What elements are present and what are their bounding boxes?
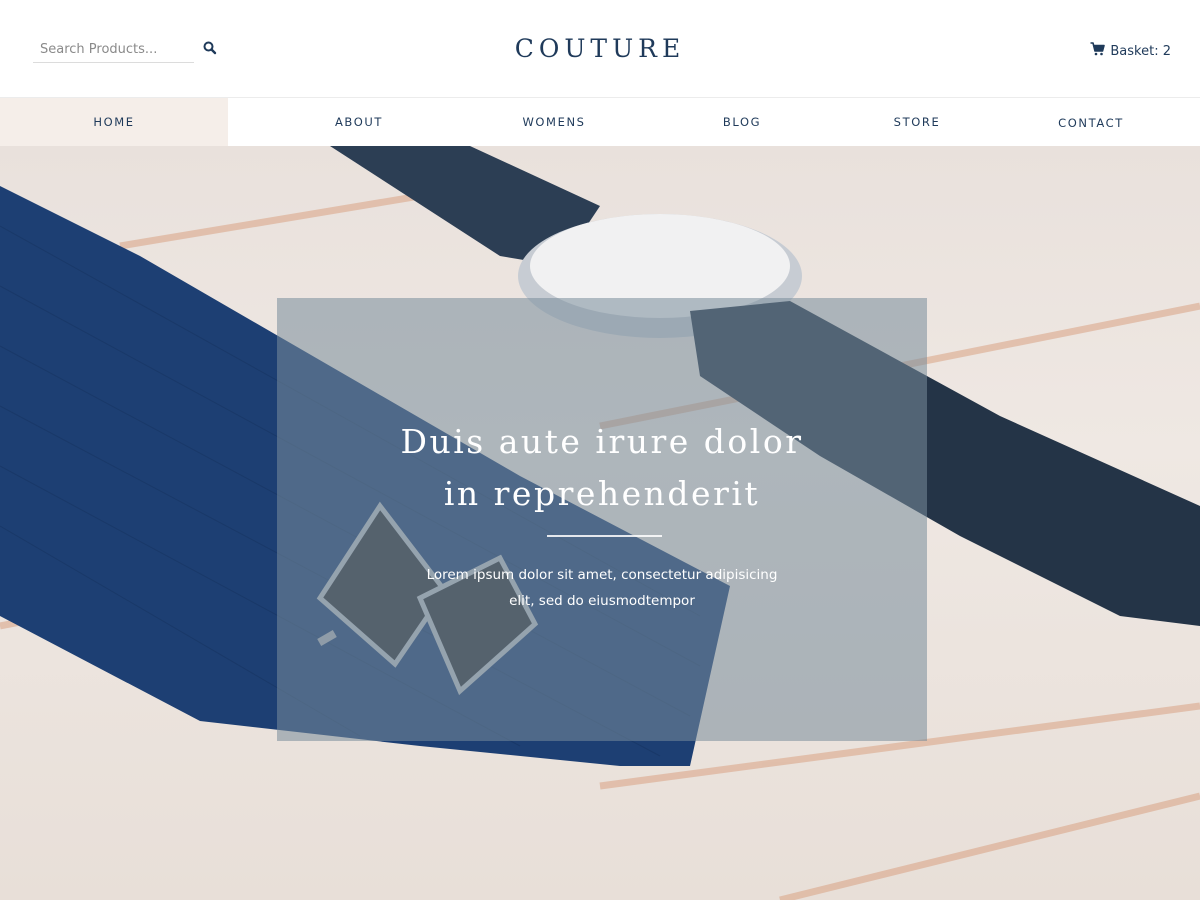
hero-banner: Duis aute irure dolor in reprehenderit L… — [0, 146, 1200, 900]
nav-item-contact[interactable]: CONTACT — [1030, 99, 1152, 147]
nav-item-label: BLOG — [722, 115, 762, 129]
search-icon[interactable] — [201, 39, 219, 57]
nav-item-label: ABOUT — [334, 115, 384, 129]
logo-text[interactable]: COUTURE — [515, 34, 686, 63]
nav-item-label: STORE — [893, 115, 941, 129]
basket-link[interactable]: Basket: 2 — [1090, 42, 1171, 61]
nav-item-label: HOME — [93, 115, 135, 129]
nav-item-blog[interactable]: BLOG — [680, 98, 804, 146]
hero-title-line-2: in reprehenderit — [443, 474, 761, 513]
cart-icon — [1090, 42, 1106, 61]
basket-label: Basket: 2 — [1110, 44, 1171, 59]
search-field — [33, 36, 194, 63]
nav-item-label: WOMENS — [522, 115, 586, 129]
nav-item-store[interactable]: STORE — [856, 98, 978, 146]
nav-item-womens[interactable]: WOMENS — [484, 98, 624, 146]
hero-title: Duis aute irure dolor in reprehenderit — [277, 416, 927, 520]
hero-title-line-1: Duis aute irure dolor — [400, 422, 804, 461]
nav-item-home[interactable]: HOME — [0, 98, 228, 146]
search-input[interactable] — [33, 36, 194, 62]
site-header: COUTURE Basket: 2 — [0, 0, 1200, 98]
hero-subtitle-line-2: elit, sed do eiusmodtempor — [509, 593, 695, 609]
hero-subtitle-line-1: Lorem ipsum dolor sit amet, consectetur … — [426, 567, 778, 583]
hero-subtitle: Lorem ipsum dolor sit amet, consectetur … — [277, 562, 927, 614]
nav-item-about[interactable]: ABOUT — [290, 98, 428, 146]
nav-item-label: CONTACT — [1058, 116, 1124, 130]
main-nav: HOME ABOUT WOMENS BLOG STORE CONTACT — [0, 98, 1200, 146]
hero-divider — [547, 535, 662, 537]
